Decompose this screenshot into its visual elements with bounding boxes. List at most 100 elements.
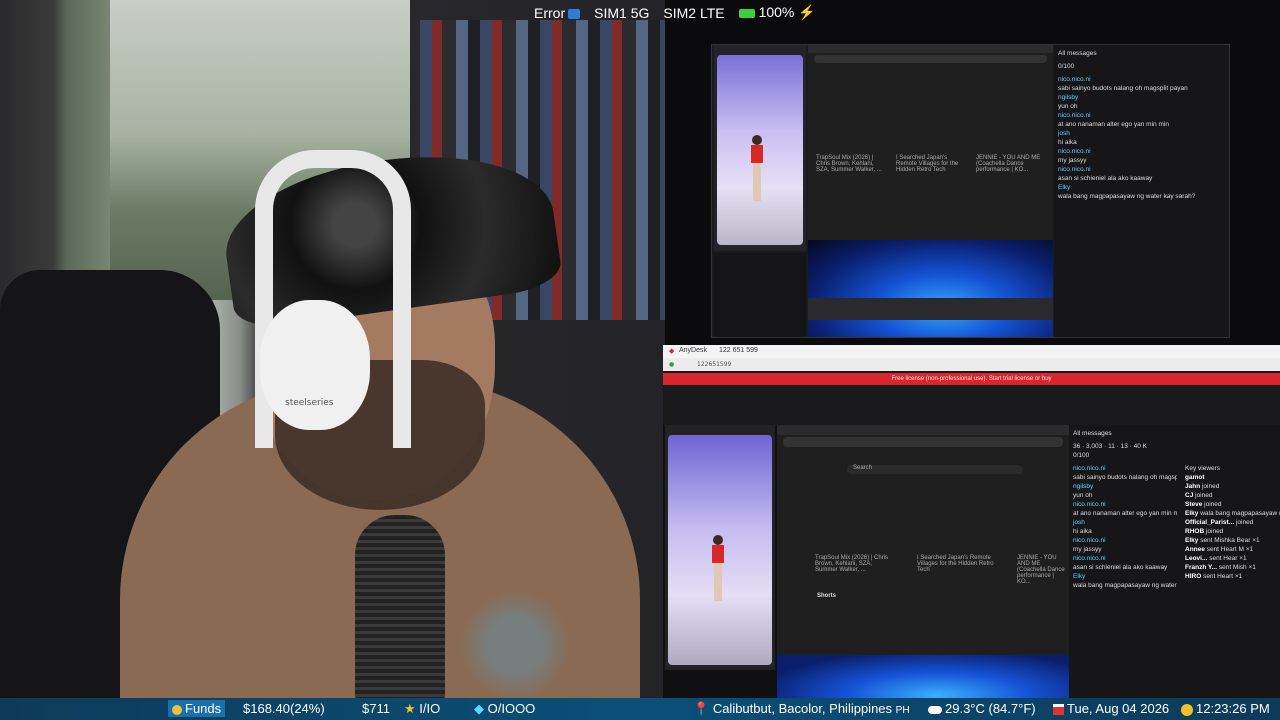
chat-message: Elky wala bang magpapasayaw ng water kay … — [1058, 183, 1225, 201]
video-title-1[interactable]: TrapSoul Mix (2026) | Chris Brown, Kehla… — [816, 155, 886, 173]
performer-figure — [751, 135, 763, 205]
chat-username[interactable]: nico.nico.ni — [1073, 555, 1106, 562]
battery-status: 100% ⚡ — [738, 4, 816, 21]
shorts-label[interactable]: Shorts — [817, 593, 836, 599]
chat-username[interactable]: nico.nico.ni — [1073, 537, 1106, 544]
browser-url-bar[interactable] — [814, 55, 1047, 63]
event-username[interactable]: Steve — [1185, 501, 1202, 508]
anydesk-window[interactable]: ◆ AnyDesk 122 651 599 ● 122651599 Free l… — [663, 345, 1280, 700]
event-item: Annee sent Heart M ×1 — [1185, 545, 1280, 554]
chat-message: josh hi aika — [1058, 129, 1225, 147]
chat-username[interactable]: nico.nico.ni — [1058, 166, 1091, 173]
chat-message: ngilsby yun oh — [1073, 482, 1177, 500]
gem-icon: ◆ — [474, 701, 484, 716]
weather: 29.3°C (84.7°F) — [928, 701, 1036, 716]
chat-username[interactable]: josh — [1073, 519, 1085, 526]
remote-video-title-3[interactable]: JENNIE - YOU AND ME (Coachella Dance per… — [1017, 555, 1069, 585]
event-username[interactable]: HIRO — [1185, 573, 1201, 580]
event-item: RHOB joined — [1185, 527, 1280, 536]
chat-text: yun oh — [1073, 492, 1093, 499]
chat-username[interactable]: nico.nico.ni — [1058, 112, 1091, 119]
event-text: joined — [1205, 528, 1224, 535]
event-text: sent Heart M ×1 — [1206, 546, 1254, 553]
event-item: Steve joined — [1185, 500, 1280, 509]
chat-text: sabi sainyo budots nalang oh magsplit pa… — [1073, 474, 1177, 481]
video-title-2[interactable]: I Searched Japan's Remote Villages for t… — [896, 155, 966, 173]
taskbar-window — [808, 298, 1053, 320]
chat-text: at ano nanaman alter ego yan min min — [1058, 121, 1169, 128]
webcam-feed: steelseries — [0, 0, 665, 700]
coin-icon — [172, 704, 182, 715]
event-username[interactable]: RHOB — [1185, 528, 1204, 535]
event-text: sent Heart ×1 — [1203, 573, 1243, 580]
event-item: gamot — [1185, 473, 1280, 482]
chat-message: Elky wala bang magpapasayaw ng water kay … — [1073, 572, 1177, 590]
remote-browser-tabs[interactable] — [777, 425, 1069, 435]
chat-username[interactable]: Elky — [1073, 573, 1085, 580]
desktop-wallpaper — [808, 240, 1053, 337]
event-text: joined — [1204, 501, 1222, 508]
chat-username[interactable]: nico.nico.ni — [1058, 76, 1091, 83]
remote-preview-stage — [668, 435, 772, 665]
chat-username[interactable]: nico.nico.ni — [1073, 501, 1106, 508]
event-username[interactable]: Elky — [1185, 537, 1198, 544]
event-username[interactable]: Official_Parist... — [1185, 519, 1234, 526]
remote-browser[interactable]: Search TrapSoul Mix (2026) | Chris Brown… — [777, 425, 1069, 655]
remote-video-title-2[interactable]: I Searched Japan's Remote Villages for t… — [917, 555, 997, 573]
event-item: Leovi... sent Hear ×1 — [1185, 554, 1280, 563]
chat-username[interactable]: nico.nico.ni — [1073, 465, 1106, 472]
shirt-print — [440, 590, 590, 700]
remote-desktop-view[interactable]: Search TrapSoul Mix (2026) | Chris Brown… — [663, 425, 1280, 700]
license-banner[interactable]: Free license (non-professional use). Sta… — [663, 373, 1280, 385]
chat-username[interactable]: ngilsby — [1058, 94, 1078, 101]
stream-ticker-bar: Funds $168.40(24%) $711 ★ I/IO ◆ O/IOOO … — [0, 698, 1280, 720]
event-username[interactable]: Elky — [1185, 510, 1198, 517]
chat-message: nico.nico.ni at ano nanaman alter ego yan… — [1073, 500, 1177, 518]
event-username[interactable]: Franzh Y... — [1185, 564, 1217, 571]
chat-text: hi aika — [1073, 528, 1092, 535]
event-text: joined — [1201, 483, 1220, 490]
microphone — [355, 515, 445, 700]
anydesk-address[interactable]: 122651599 — [697, 361, 731, 368]
event-username[interactable]: CJ — [1185, 492, 1193, 499]
chat-username[interactable]: nico.nico.ni — [1058, 148, 1091, 155]
chat-username[interactable]: josh — [1058, 130, 1070, 137]
chat-message: nico.nico.ni sabi sainyo budots nalang oh… — [1058, 75, 1225, 93]
desktop-capture-top: TrapSoul Mix (2026) | Chris Brown, Kehla… — [711, 44, 1230, 338]
event-username[interactable]: Leovi... — [1185, 555, 1207, 562]
anydesk-app-name: AnyDesk — [679, 347, 708, 354]
calendar-icon — [1053, 704, 1064, 716]
chat-text: yun oh — [1058, 103, 1078, 110]
video-title-3[interactable]: JENNIE - YOU AND ME (Coachella Dance per… — [976, 155, 1046, 173]
chat-text: wala bang magpapasayaw ng water kay sara… — [1058, 193, 1196, 200]
event-item: Official_Parist... joined — [1185, 518, 1280, 527]
anydesk-session-id[interactable]: 122 651 599 — [719, 347, 758, 354]
stars-counter: ★ I/IO — [404, 701, 441, 716]
chat-text: asan si schieniel ala ako kaaway — [1073, 564, 1168, 571]
time: 12:23:26 PM — [1181, 701, 1270, 716]
headphones-brand: steelseries — [285, 398, 334, 408]
headphones-earcup: steelseries — [260, 300, 370, 430]
event-username[interactable]: Jahn — [1185, 483, 1200, 490]
error-status: Error — [534, 5, 581, 21]
chat-text: sabi sainyo budots nalang oh magsplit pa… — [1058, 85, 1188, 92]
event-username[interactable]: gamot — [1185, 474, 1205, 481]
remote-chat-progress: 0/100 — [1073, 452, 1090, 459]
remote-search-input[interactable]: Search — [847, 465, 1023, 474]
browser-pane[interactable]: TrapSoul Mix (2026) | Chris Brown, Kehla… — [808, 45, 1053, 240]
location: 📍 Calibutbut, Bacolor, Philippines PH — [693, 701, 910, 716]
chat-username[interactable]: Elky — [1058, 184, 1070, 191]
remote-browser-url[interactable] — [783, 437, 1063, 447]
chat-text: asan si schieniel ala ako kaaway — [1058, 175, 1153, 182]
event-item: Jahn joined — [1185, 482, 1280, 491]
event-item: Elky wala bang magpapasayaw ng water kay… — [1185, 509, 1280, 518]
remote-video-title-1[interactable]: TrapSoul Mix (2026) | Chris Brown, Kehla… — [815, 555, 895, 573]
chat-username[interactable]: ngilsby — [1073, 483, 1093, 490]
chat-pane-remote: All messages 36 · 3,003 · 11 · 13 · 40 K… — [1069, 425, 1280, 700]
event-username[interactable]: Annee — [1185, 546, 1205, 553]
funds-badge: Funds — [168, 700, 226, 717]
chat-text: my jassyy — [1058, 157, 1087, 164]
browser-tabs[interactable] — [808, 45, 1053, 53]
events-header: Key viewers — [1185, 465, 1221, 472]
chat-text: at ano nanaman alter ego yan min min — [1073, 510, 1177, 517]
